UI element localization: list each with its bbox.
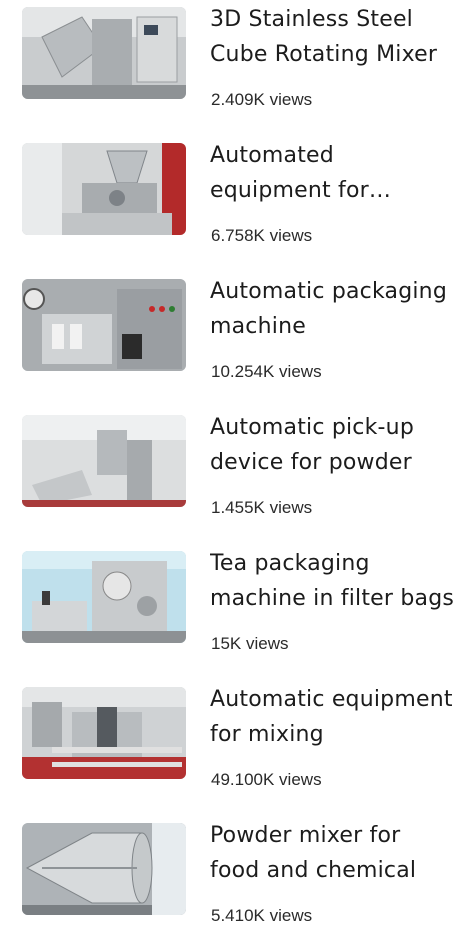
video-title[interactable]: Automated equipment for powder processin… xyxy=(210,138,455,208)
video-title[interactable]: 3D Stainless Steel Cube Rotating Mixer xyxy=(210,2,455,72)
machine-thumbnail-icon xyxy=(22,415,186,507)
video-thumbnail[interactable] xyxy=(22,823,186,915)
video-item[interactable]: Automated equipment for powder processin… xyxy=(0,136,463,256)
machine-thumbnail-icon xyxy=(22,687,186,779)
video-title[interactable]: Powder mixer for food and chemical xyxy=(210,818,455,888)
video-list: 3D Stainless Steel Cube Rotating Mixer 2… xyxy=(0,0,463,927)
video-title[interactable]: Automatic pick-up device for powder xyxy=(210,410,455,480)
machine-thumbnail-icon xyxy=(22,279,186,371)
video-views: 6.758K views xyxy=(211,226,313,245)
machine-thumbnail-icon xyxy=(22,143,186,235)
video-thumbnail[interactable] xyxy=(22,687,186,779)
video-item[interactable]: Automatic packaging machine 10.254K view… xyxy=(0,272,463,392)
video-title[interactable]: Automatic packaging machine xyxy=(210,274,455,344)
video-thumbnail[interactable] xyxy=(22,143,186,235)
video-item[interactable]: Tea packaging machine in filter bags 15K… xyxy=(0,544,463,664)
video-views: 1.455K views xyxy=(211,498,313,517)
video-item[interactable]: Automatic equipment for mixing 49.100K v… xyxy=(0,680,463,800)
video-item[interactable]: Powder mixer for food and chemical 5.410… xyxy=(0,816,463,936)
video-views: 10.254K views xyxy=(211,362,322,381)
video-views: 2.409K views xyxy=(211,90,313,109)
machine-thumbnail-icon xyxy=(22,823,186,915)
video-item[interactable]: 3D Stainless Steel Cube Rotating Mixer 2… xyxy=(0,0,463,120)
video-thumbnail[interactable] xyxy=(22,279,186,371)
video-thumbnail[interactable] xyxy=(22,7,186,99)
video-title[interactable]: Tea packaging machine in filter bags xyxy=(210,546,455,616)
video-views: 15K views xyxy=(211,634,289,653)
video-title[interactable]: Automatic equipment for mixing xyxy=(210,682,455,752)
video-views: 49.100K views xyxy=(211,770,322,789)
video-item[interactable]: Automatic pick-up device for powder 1.45… xyxy=(0,408,463,528)
video-thumbnail[interactable] xyxy=(22,415,186,507)
machine-thumbnail-icon xyxy=(22,551,186,643)
video-thumbnail[interactable] xyxy=(22,551,186,643)
machine-thumbnail-icon xyxy=(22,7,186,99)
video-views: 5.410K views xyxy=(211,906,313,925)
